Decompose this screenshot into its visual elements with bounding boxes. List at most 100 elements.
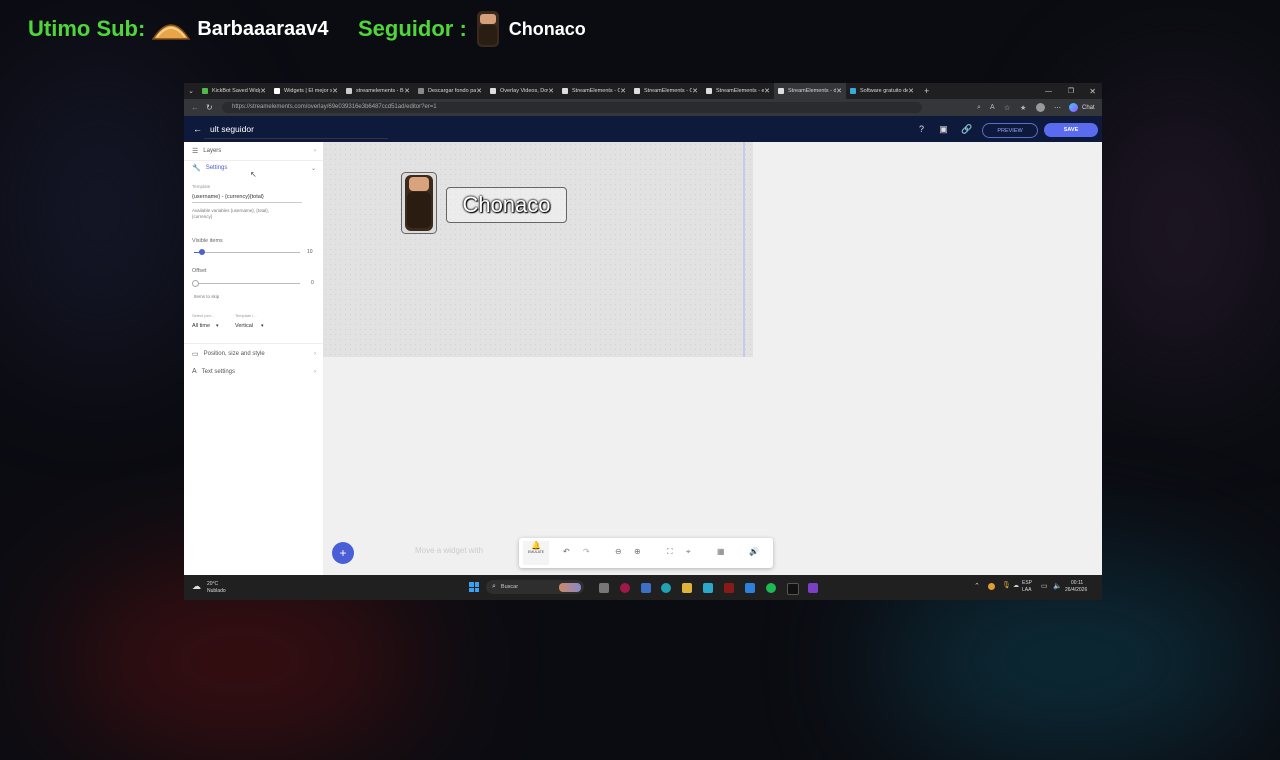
app-darkred-icon[interactable] <box>724 583 734 593</box>
period-select[interactable]: All time ▾ <box>192 323 219 329</box>
position-section[interactable]: ▭ Position, size and style › <box>192 350 316 358</box>
title-underline <box>204 138 388 139</box>
tab-close-icon[interactable]: ✕ <box>764 87 770 95</box>
visible-items-track[interactable] <box>194 252 300 253</box>
search-placeholder: Buscar <box>500 584 519 590</box>
app-blue-icon[interactable] <box>641 583 651 593</box>
tab-close-icon[interactable]: ✕ <box>548 87 554 95</box>
tiktok-icon[interactable] <box>787 583 799 595</box>
reload-icon[interactable]: ↻ <box>206 103 213 112</box>
tab-close-icon[interactable]: ✕ <box>692 87 698 95</box>
maximize-icon[interactable]: ❐ <box>1068 87 1074 95</box>
grid-icon[interactable]: ▦ <box>717 547 725 556</box>
close-window-icon[interactable]: ✕ <box>1089 87 1096 96</box>
more-options-icon[interactable]: ⋯ <box>1054 104 1061 112</box>
zoom-in-icon[interactable]: ⊕ <box>634 547 641 556</box>
offset-slider[interactable] <box>192 280 199 287</box>
chat-label[interactable]: Chat <box>1082 105 1095 111</box>
help-icon[interactable]: ? <box>916 124 927 135</box>
edge-icon[interactable] <box>661 583 671 593</box>
text-settings-section[interactable]: A Text settings › <box>192 368 316 375</box>
visible-items-label: Visible items <box>192 238 223 244</box>
back-icon[interactable]: ← <box>191 103 199 112</box>
favorites-bar-icon[interactable]: ★ <box>1020 104 1026 112</box>
tab-bar: ⌄ KickBot Saved Widg ✕ Widgets | El mejor … <box>184 83 1102 99</box>
fit-screen-icon[interactable]: ⛶ <box>667 547 673 557</box>
windows-start-icon[interactable] <box>469 582 479 592</box>
new-tab-icon[interactable]: + <box>924 86 929 96</box>
tab-close-icon[interactable]: ✕ <box>332 87 338 95</box>
task-view-icon[interactable] <box>599 583 609 593</box>
clock-date[interactable]: 26/4/2026 <box>1065 587 1087 593</box>
emulate-button[interactable]: 🔔 EMULATE <box>523 541 549 565</box>
browser-tab[interactable]: streamelements - B ✕ <box>342 83 414 99</box>
profile-avatar[interactable] <box>1036 103 1045 112</box>
minimize-icon[interactable]: — <box>1045 88 1052 95</box>
app-teal-icon[interactable] <box>703 583 713 593</box>
zoom-icon[interactable]: ⌕ <box>977 104 981 112</box>
tray-cloud-icon[interactable]: ☁ <box>1013 582 1019 589</box>
back-arrow-icon[interactable]: ← <box>193 124 202 134</box>
favorite-icon[interactable]: ☆ <box>1004 104 1010 112</box>
template-input[interactable]: {username} - {currency}{total} <box>192 194 302 203</box>
preview-button[interactable]: PREVIEW <box>982 123 1038 138</box>
app-red-icon[interactable] <box>620 583 630 593</box>
save-button[interactable]: SAVE <box>1044 123 1098 137</box>
browser-tab[interactable]: KickBot Saved Widg ✕ <box>198 83 270 99</box>
offset-track[interactable] <box>194 283 300 284</box>
app-store-icon[interactable] <box>745 583 755 593</box>
canvas-toolbar: 🔔 EMULATE ↶ ↷ ⊖ ⊕ ⛶ ⌖ ▦ 🔊 <box>519 538 773 568</box>
volume-icon[interactable]: 🔊 <box>749 547 759 556</box>
tab-close-icon[interactable]: ✕ <box>476 87 482 95</box>
avatar-image-icon[interactable] <box>401 172 437 234</box>
browser-tab[interactable]: StreamElements - O ✕ <box>558 83 630 99</box>
language-bottom[interactable]: LAA <box>1022 587 1031 593</box>
overlay-title[interactable]: ult seguidor <box>210 124 254 134</box>
layers-label: Layers <box>203 148 222 154</box>
browser-tab[interactable]: Software gratuito de ✕ <box>846 83 918 99</box>
tab-close-icon[interactable]: ✕ <box>260 87 266 95</box>
browser-tab[interactable]: StreamElements - e ✕ <box>702 83 774 99</box>
speaker-icon[interactable]: 🔈 <box>1053 582 1062 590</box>
copilot-icon[interactable] <box>1069 103 1078 112</box>
tab-label: Overlay Videos, Dow <box>500 88 549 94</box>
browser-tab[interactable]: Descargar fondo pa ✕ <box>414 83 486 99</box>
browser-tab[interactable]: StreamElements - O ✕ <box>630 83 702 99</box>
follower-avatar-icon <box>476 11 499 47</box>
screen-icon[interactable]: ▣ <box>938 124 949 135</box>
read-aloud-icon[interactable]: A <box>990 104 995 111</box>
emulate-label: EMULATE <box>527 550 545 554</box>
tab-close-icon[interactable]: ✕ <box>404 87 410 95</box>
url-field[interactable]: https://streamelements.com/overlay/69e03… <box>222 102 922 113</box>
app-purple-icon[interactable] <box>808 583 818 593</box>
tab-close-icon[interactable]: ✕ <box>908 87 914 95</box>
tray-chevron-icon[interactable]: ⌃ <box>974 582 980 590</box>
clock-time[interactable]: 00:11 <box>1071 580 1083 586</box>
spotify-icon[interactable] <box>766 583 776 593</box>
cloud-icon: ☁ <box>192 581 201 591</box>
tray-app-icon[interactable] <box>988 583 995 590</box>
tab-close-icon[interactable]: ✕ <box>836 87 842 95</box>
redo-icon[interactable]: ↷ <box>583 547 590 556</box>
tab-close-icon[interactable]: ✕ <box>620 87 626 95</box>
tab-search-icon[interactable]: ⌄ <box>184 87 198 95</box>
link-icon[interactable]: 🔗 <box>961 124 972 135</box>
layers-section[interactable]: ☰ Layers › <box>192 147 316 155</box>
undo-icon[interactable]: ↶ <box>563 547 570 556</box>
tray-mic-icon[interactable]: 🎙 <box>1002 581 1011 589</box>
zoom-out-icon[interactable]: ⊖ <box>615 547 622 556</box>
browser-tab[interactable]: StreamElements - d ✕ <box>774 83 846 99</box>
file-explorer-icon[interactable] <box>682 583 692 593</box>
browser-tab[interactable]: Overlay Videos, Dow ✕ <box>486 83 558 99</box>
network-icon[interactable]: ▭ <box>1041 582 1048 590</box>
center-icon[interactable]: ⌖ <box>686 547 691 557</box>
template-layout-select[interactable]: Vertical ▾ <box>235 323 264 329</box>
browser-tab[interactable]: Widgets | El mejor s ✕ <box>270 83 342 99</box>
language-top[interactable]: ESP <box>1022 580 1032 586</box>
add-widget-button[interactable]: + <box>332 542 354 564</box>
widget-username-text[interactable]: Chonaco <box>446 187 567 223</box>
taskbar-search[interactable]: ⌕ Buscar <box>486 580 584 594</box>
overlay-stage[interactable]: Chonaco <box>323 142 753 357</box>
visible-items-slider[interactable] <box>199 249 206 255</box>
tab-label: StreamElements - O <box>572 88 621 94</box>
